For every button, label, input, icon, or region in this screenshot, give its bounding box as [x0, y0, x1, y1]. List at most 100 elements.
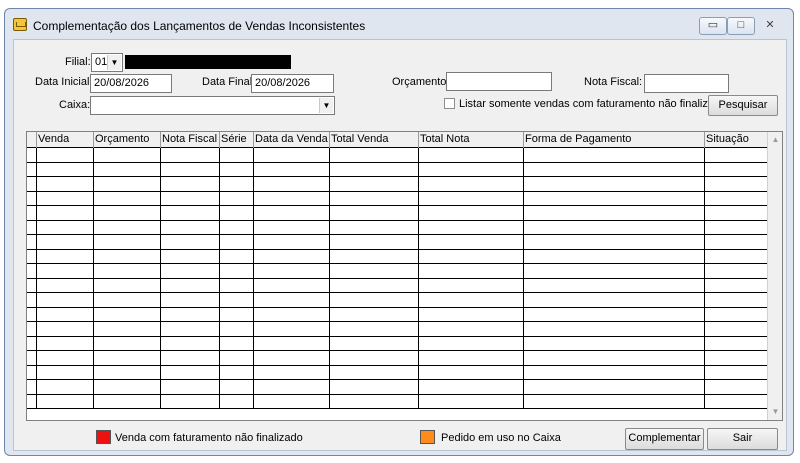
column-header[interactable]: Nota Fiscal: [161, 132, 220, 148]
table-cell[interactable]: [37, 293, 94, 307]
close-button[interactable]: ✕: [755, 17, 785, 35]
table-cell[interactable]: [37, 351, 94, 365]
table-cell[interactable]: [37, 365, 94, 379]
table-cell[interactable]: [37, 162, 94, 176]
table-cell[interactable]: [330, 177, 419, 191]
table-cell[interactable]: [524, 177, 705, 191]
table-cell[interactable]: [705, 293, 768, 307]
table-cell[interactable]: [254, 307, 330, 321]
table-cell[interactable]: [220, 177, 254, 191]
table-cell[interactable]: [94, 322, 161, 336]
table-cell[interactable]: [37, 394, 94, 408]
table-cell[interactable]: [27, 278, 37, 292]
table-cell[interactable]: [419, 365, 524, 379]
table-cell[interactable]: [27, 336, 37, 350]
table-cell[interactable]: [330, 235, 419, 249]
table-cell[interactable]: [161, 336, 220, 350]
table-cell[interactable]: [419, 177, 524, 191]
table-cell[interactable]: [254, 380, 330, 394]
table-cell[interactable]: [705, 365, 768, 379]
table-cell[interactable]: [37, 220, 94, 234]
table-cell[interactable]: [94, 307, 161, 321]
table-cell[interactable]: [705, 351, 768, 365]
table-cell[interactable]: [330, 293, 419, 307]
table-cell[interactable]: [27, 264, 37, 278]
table-cell[interactable]: [161, 394, 220, 408]
table-cell[interactable]: [220, 322, 254, 336]
table-cell[interactable]: [705, 278, 768, 292]
table-cell[interactable]: [705, 380, 768, 394]
table-cell[interactable]: [94, 293, 161, 307]
table-cell[interactable]: [27, 162, 37, 176]
table-cell[interactable]: [94, 162, 161, 176]
table-cell[interactable]: [161, 191, 220, 205]
table-cell[interactable]: [220, 351, 254, 365]
table-cell[interactable]: [524, 235, 705, 249]
table-cell[interactable]: [37, 380, 94, 394]
table-row[interactable]: [27, 365, 768, 380]
table-cell[interactable]: [524, 322, 705, 336]
complementar-button[interactable]: Complementar: [625, 428, 704, 450]
table-cell[interactable]: [419, 351, 524, 365]
column-header[interactable]: Data da Venda: [254, 132, 330, 148]
table-cell[interactable]: [161, 148, 220, 162]
table-cell[interactable]: [254, 278, 330, 292]
table-cell[interactable]: [330, 162, 419, 176]
table-cell[interactable]: [330, 322, 419, 336]
column-header[interactable]: Série: [220, 132, 254, 148]
table-cell[interactable]: [161, 220, 220, 234]
table-cell[interactable]: [27, 351, 37, 365]
table-cell[interactable]: [330, 220, 419, 234]
table-row[interactable]: [27, 191, 768, 206]
table-row[interactable]: [27, 264, 768, 279]
table-cell[interactable]: [524, 293, 705, 307]
table-cell[interactable]: [254, 191, 330, 205]
table-cell[interactable]: [330, 336, 419, 350]
table-cell[interactable]: [27, 206, 37, 220]
table-cell[interactable]: [161, 293, 220, 307]
table-cell[interactable]: [524, 365, 705, 379]
table-cell[interactable]: [220, 220, 254, 234]
orcamento-field[interactable]: [446, 72, 552, 91]
table-cell[interactable]: [254, 162, 330, 176]
table-row[interactable]: [27, 148, 768, 163]
table-cell[interactable]: [220, 264, 254, 278]
table-cell[interactable]: [330, 191, 419, 205]
table-row[interactable]: [27, 351, 768, 366]
sair-button[interactable]: Sair: [707, 428, 778, 450]
filial-select[interactable]: 01 ▼: [91, 53, 123, 72]
table-cell[interactable]: [705, 235, 768, 249]
table-row[interactable]: [27, 322, 768, 337]
table-cell[interactable]: [161, 322, 220, 336]
table-cell[interactable]: [220, 293, 254, 307]
table-cell[interactable]: [330, 351, 419, 365]
table-cell[interactable]: [94, 365, 161, 379]
column-header[interactable]: Venda: [37, 132, 94, 148]
table-cell[interactable]: [161, 307, 220, 321]
table-cell[interactable]: [419, 249, 524, 263]
minimize-button[interactable]: ▭: [699, 17, 727, 35]
table-cell[interactable]: [330, 278, 419, 292]
table-cell[interactable]: [161, 177, 220, 191]
table-cell[interactable]: [705, 322, 768, 336]
table-cell[interactable]: [94, 191, 161, 205]
listar-checkbox[interactable]: [444, 98, 455, 109]
table-cell[interactable]: [94, 336, 161, 350]
pesquisar-button[interactable]: Pesquisar: [708, 95, 778, 116]
table-cell[interactable]: [161, 235, 220, 249]
table-row[interactable]: [27, 394, 768, 409]
table-cell[interactable]: [419, 148, 524, 162]
table-cell[interactable]: [254, 336, 330, 350]
sales-grid[interactable]: Venda Orçamento Nota Fiscal Série Data da Ve…: [26, 131, 783, 421]
table-cell[interactable]: [524, 394, 705, 408]
table-cell[interactable]: [524, 162, 705, 176]
table-cell[interactable]: [330, 394, 419, 408]
chevron-down-icon[interactable]: ▼: [107, 55, 121, 70]
table-row[interactable]: [27, 206, 768, 221]
table-cell[interactable]: [94, 206, 161, 220]
table-cell[interactable]: [419, 293, 524, 307]
table-cell[interactable]: [254, 220, 330, 234]
table-cell[interactable]: [254, 235, 330, 249]
table-cell[interactable]: [161, 249, 220, 263]
table-cell[interactable]: [94, 264, 161, 278]
